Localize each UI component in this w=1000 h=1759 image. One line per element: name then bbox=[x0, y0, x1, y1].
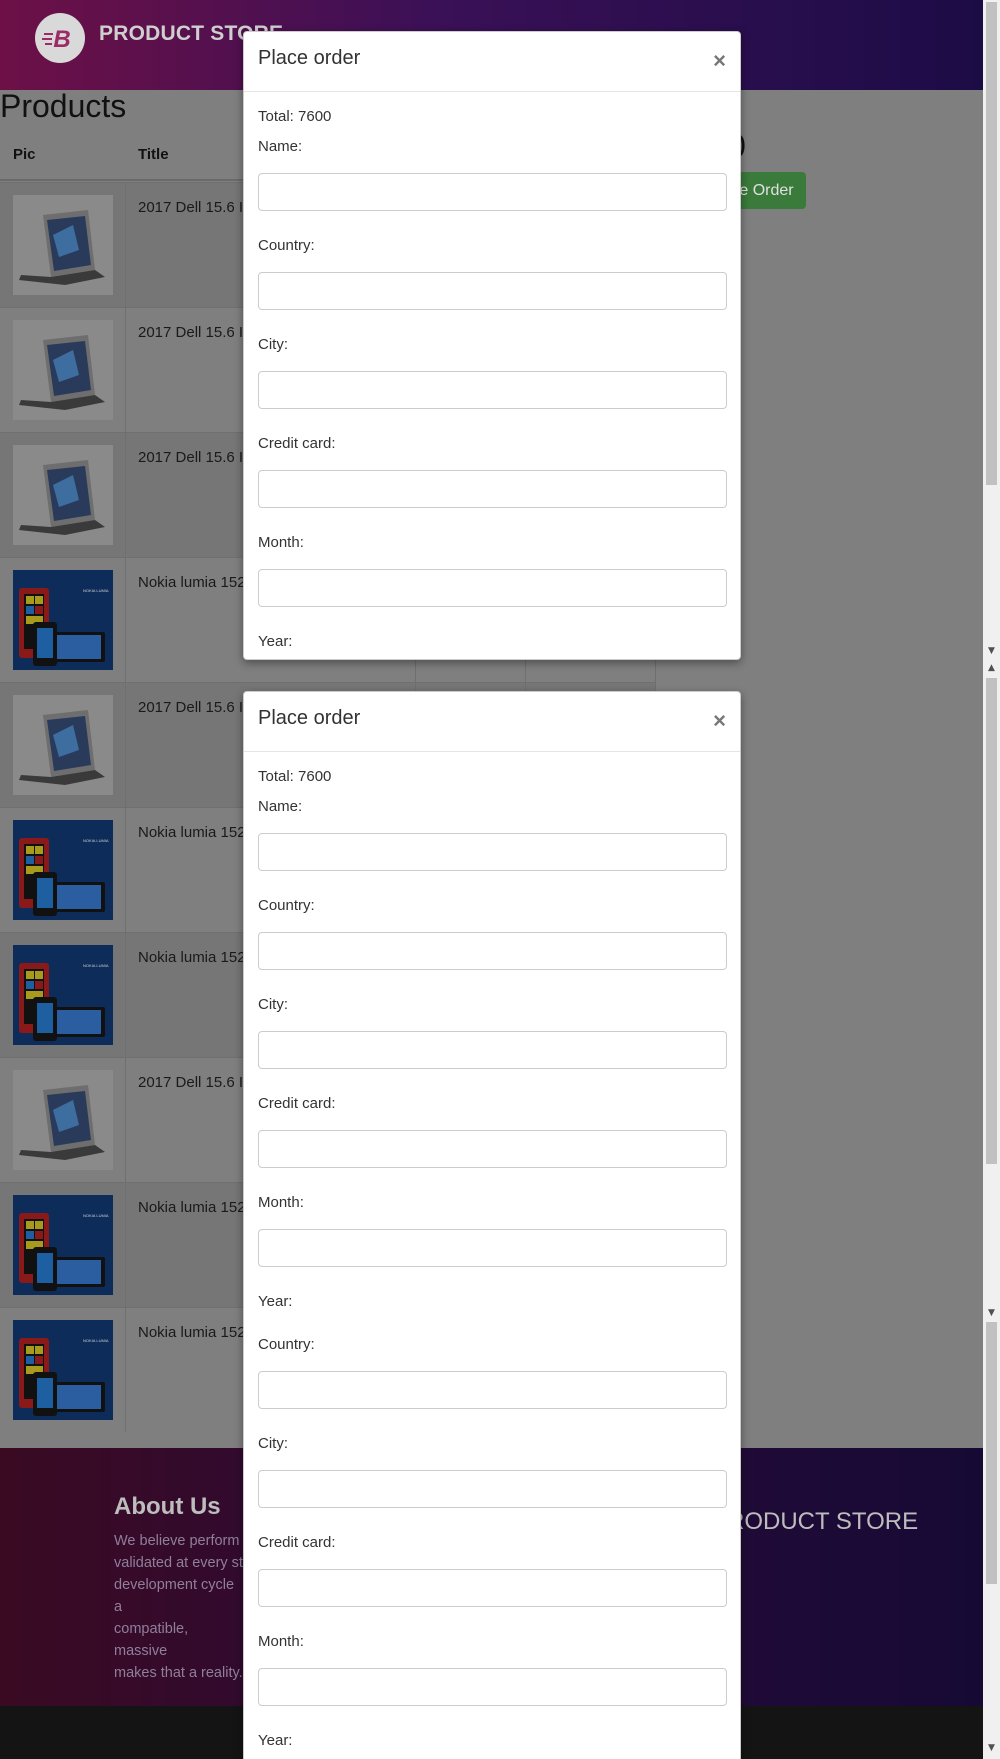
svg-text:NOKIA LUMIA: NOKIA LUMIA bbox=[83, 588, 109, 593]
laptop-image bbox=[13, 195, 113, 295]
svg-text:NOKIA LUMIA: NOKIA LUMIA bbox=[83, 1338, 109, 1343]
country-input[interactable] bbox=[258, 932, 727, 970]
country-label: Country: bbox=[258, 237, 315, 254]
order-total: Total: 7600 bbox=[258, 768, 332, 785]
month-label: Month: bbox=[258, 1633, 304, 1650]
phone-image: NOKIA LUMIA bbox=[13, 945, 113, 1045]
scrollbar-thumb[interactable] bbox=[986, 2, 997, 485]
city-label: City: bbox=[258, 1435, 288, 1452]
cell-divider bbox=[125, 1308, 126, 1432]
scrollbar-thumb[interactable] bbox=[986, 1322, 997, 1584]
svg-text:NOKIA LUMIA: NOKIA LUMIA bbox=[83, 838, 109, 843]
close-icon[interactable]: × bbox=[713, 708, 726, 734]
cell-divider bbox=[125, 1058, 126, 1182]
country-label: Country: bbox=[258, 897, 315, 914]
name-input[interactable] bbox=[258, 173, 727, 211]
place-order-modal: Place order × Total: 7600 Name: Country: C… bbox=[243, 691, 741, 1759]
laptop-image bbox=[13, 445, 113, 545]
scrollbar-bottom[interactable]: ▼ bbox=[983, 1320, 1000, 1759]
credit-card-label: Credit card: bbox=[258, 1534, 336, 1551]
country-label: Country: bbox=[258, 1336, 315, 1353]
city-input[interactable] bbox=[258, 371, 727, 409]
scroll-down-arrow-icon[interactable]: ▼ bbox=[983, 1305, 1000, 1320]
country-input[interactable] bbox=[258, 272, 727, 310]
city-input[interactable] bbox=[258, 1031, 727, 1069]
month-input[interactable] bbox=[258, 1229, 727, 1267]
scroll-down-arrow-icon[interactable]: ▼ bbox=[983, 643, 1000, 658]
product-title: Nokia lumia 1520 bbox=[138, 949, 254, 966]
city-input[interactable] bbox=[258, 1470, 727, 1508]
credit-card-label: Credit card: bbox=[258, 1095, 336, 1112]
cell-divider bbox=[125, 933, 126, 1057]
phone-image: NOKIA LUMIA bbox=[13, 820, 113, 920]
phone-image: NOKIA LUMIA bbox=[13, 1195, 113, 1295]
store-logo-icon[interactable]: B bbox=[35, 13, 85, 63]
column-header-title: Title bbox=[138, 146, 169, 163]
month-input[interactable] bbox=[258, 1668, 727, 1706]
product-title: Nokia lumia 1520 bbox=[138, 824, 254, 841]
svg-text:NOKIA LUMIA: NOKIA LUMIA bbox=[83, 963, 109, 968]
scrollbar-middle[interactable]: ▲ ▼ bbox=[983, 660, 1000, 1320]
modal-title: Place order bbox=[258, 707, 361, 729]
cell-divider bbox=[125, 1183, 126, 1307]
credit-card-input[interactable] bbox=[258, 470, 727, 508]
cell-divider bbox=[125, 433, 126, 557]
modal-title: Place order bbox=[258, 47, 361, 69]
scroll-down-arrow-icon[interactable]: ▼ bbox=[983, 1740, 1000, 1755]
country-input[interactable] bbox=[258, 1371, 727, 1409]
modal-header: Place order × bbox=[244, 692, 740, 752]
order-total: Total: 7600 bbox=[258, 108, 332, 125]
about-us-text: We believe perform validated at every st… bbox=[114, 1533, 243, 1681]
cell-divider bbox=[125, 808, 126, 932]
cell-divider bbox=[125, 308, 126, 432]
cell-divider bbox=[125, 558, 126, 682]
product-title: Nokia lumia 1520 bbox=[138, 1199, 254, 1216]
scrollbar-top[interactable]: ▼ bbox=[983, 0, 1000, 660]
product-title: Nokia lumia 1520 bbox=[138, 1324, 254, 1341]
place-order-modal: Place order × Total: 7600 Name: Country: C… bbox=[243, 31, 741, 660]
footer-store-name: RODUCT STORE bbox=[727, 1508, 919, 1535]
year-label: Year: bbox=[258, 1293, 293, 1310]
year-label: Year: bbox=[258, 633, 293, 650]
svg-text:NOKIA LUMIA: NOKIA LUMIA bbox=[83, 1213, 109, 1218]
svg-text:B: B bbox=[53, 26, 70, 53]
month-label: Month: bbox=[258, 1194, 304, 1211]
name-input[interactable] bbox=[258, 833, 727, 871]
cell-divider bbox=[125, 183, 126, 307]
close-icon[interactable]: × bbox=[713, 48, 726, 74]
product-title: Nokia lumia 1520 bbox=[138, 574, 254, 591]
about-us-title: About Us bbox=[114, 1493, 221, 1520]
scrollbar-thumb[interactable] bbox=[986, 678, 997, 1164]
name-label: Name: bbox=[258, 138, 303, 155]
credit-card-label: Credit card: bbox=[258, 435, 336, 452]
laptop-image bbox=[13, 320, 113, 420]
credit-card-input[interactable] bbox=[258, 1569, 727, 1607]
city-label: City: bbox=[258, 336, 288, 353]
month-input[interactable] bbox=[258, 569, 727, 607]
city-label: City: bbox=[258, 996, 288, 1013]
modal-header: Place order × bbox=[244, 32, 740, 92]
cell-divider bbox=[125, 683, 126, 807]
products-heading: Products bbox=[0, 88, 127, 124]
scroll-up-arrow-icon[interactable]: ▲ bbox=[983, 660, 1000, 675]
phone-image: NOKIA LUMIA bbox=[13, 570, 113, 670]
year-label: Year: bbox=[258, 1732, 293, 1749]
laptop-image bbox=[13, 695, 113, 795]
phone-image: NOKIA LUMIA bbox=[13, 1320, 113, 1420]
column-header-pic: Pic bbox=[13, 146, 36, 163]
name-label: Name: bbox=[258, 798, 303, 815]
credit-card-input[interactable] bbox=[258, 1130, 727, 1168]
laptop-image bbox=[13, 1070, 113, 1170]
month-label: Month: bbox=[258, 534, 304, 551]
